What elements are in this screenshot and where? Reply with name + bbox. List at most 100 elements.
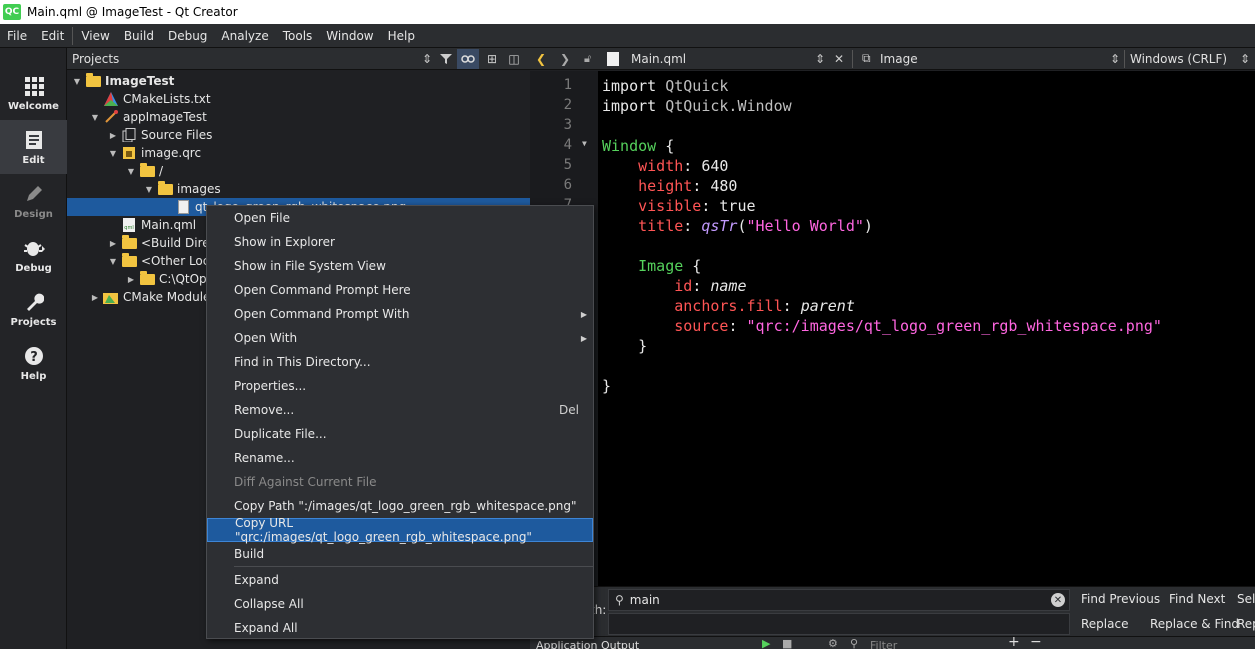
expand-arrow-icon[interactable]: ▶ [89,293,101,302]
mode-debug[interactable]: Debug [0,228,67,282]
selector-arrows-icon[interactable]: ⇕ [1110,52,1120,66]
menu-item-find-in-directory[interactable]: Find in This Directory... [207,350,593,374]
replace-input[interactable] [608,613,1070,635]
code-line: } [602,337,648,355]
line-number: 4 [563,137,572,153]
collapse-arrow-icon[interactable]: ▼ [107,257,119,266]
run-icon[interactable]: ▶ [762,637,770,649]
gear-icon[interactable]: ⚙ [828,637,838,649]
collapse-arrow-icon[interactable]: ▼ [125,167,137,176]
menu-item-build[interactable]: Build [207,542,593,566]
context-menu: Open File Show in Explorer Show in File … [206,205,594,639]
collapse-arrow-icon[interactable]: ▼ [107,149,119,158]
replace-all-button[interactable]: Rep [1237,617,1255,631]
menu-item-show-in-explorer[interactable]: Show in Explorer [207,230,593,254]
menu-debug[interactable]: Debug [161,29,214,43]
menu-item-copy-path[interactable]: Copy Path ":/images/qt_logo_green_rgb_wh… [207,494,593,518]
menu-item-expand-all[interactable]: Expand All [207,616,593,640]
find-input[interactable]: ⚲ main ✕ [608,589,1070,611]
tree-item-images[interactable]: ▼ images [67,180,530,198]
output-filter-input[interactable]: Filter [870,639,897,649]
clear-icon[interactable]: ✕ [1051,593,1065,607]
tree-item-appimagetest[interactable]: ▼ appImageTest [67,108,530,126]
menu-item-properties[interactable]: Properties... [207,374,593,398]
menu-window[interactable]: Window [319,29,380,43]
menu-analyze[interactable]: Analyze [214,29,275,43]
menu-item-rename[interactable]: Rename... [207,446,593,470]
filter-icon[interactable] [435,49,457,69]
mode-projects[interactable]: Projects [0,282,67,336]
expand-arrow-icon[interactable]: ▶ [107,131,119,140]
edit-icon [22,128,46,152]
tree-item-source-files[interactable]: ▶ Source Files [67,126,530,144]
tree-item-root-prefix[interactable]: ▼ / [67,162,530,180]
window-title: Main.qml @ ImageTest - Qt Creator [27,5,238,19]
code-editor[interactable]: 1 2 3 4 ▼ 5 6 7 import QtQuick import Qt… [530,71,1255,586]
menu-item-open-file[interactable]: Open File [207,206,593,230]
find-next-button[interactable]: Find Next [1169,592,1225,606]
collapse-arrow-icon[interactable]: ▼ [143,185,155,194]
selector-arrows-icon[interactable]: ⇕ [1240,52,1250,66]
open-document-selector[interactable]: Main.qml [631,52,686,66]
stop-icon[interactable]: ■ [782,637,792,649]
code-line: height: 480 [638,177,738,195]
sync-link-icon[interactable] [457,48,479,69]
qrc-file-icon [121,146,137,160]
mode-design[interactable]: Design [0,174,67,228]
tree-item-label: Source Files [141,128,213,142]
menu-view[interactable]: View [74,29,116,43]
submenu-arrow-icon: ▶ [580,333,587,343]
split-icon[interactable]: ⊞ [481,49,503,69]
tree-item-image-qrc[interactable]: ▼ image.qrc [67,144,530,162]
folder-icon [121,234,137,250]
menu-edit[interactable]: Edit [34,29,71,43]
menu-build[interactable]: Build [117,29,161,43]
line-ending-selector[interactable]: Windows (CRLF) [1130,52,1227,66]
code-line: width: 640 [638,157,729,175]
mode-label: Debug [15,263,52,274]
editor-toolbar: ❮ ❯ 🔓︎ Main.qml ⇕ ✕ ⧉ Image ⇕ Windows (C… [530,48,1255,70]
replace-button[interactable]: Replace [1081,617,1128,631]
tree-item-imagetest[interactable]: ▼ ImageTest [67,72,530,90]
close-panel-icon[interactable]: ◫ [503,49,525,69]
menu-file[interactable]: File [0,29,34,43]
back-icon[interactable]: ❮ [536,52,546,66]
forward-icon[interactable]: ❯ [560,52,570,66]
collapse-arrow-icon[interactable]: ▼ [71,77,83,86]
menu-item-open-with[interactable]: Open With ▶ [207,326,593,350]
mode-edit[interactable]: Edit [0,120,67,174]
help-icon: ? [22,344,46,368]
menu-item-open-command-prompt-with[interactable]: Open Command Prompt With ▶ [207,302,593,326]
code-line: import QtQuick [602,77,729,95]
code-line: import QtQuick.Window [602,97,792,115]
mode-welcome[interactable]: Welcome [0,66,67,120]
menu-tools[interactable]: Tools [276,29,320,43]
close-document-icon[interactable]: ✕ [834,52,844,66]
menu-item-duplicate-file[interactable]: Duplicate File... [207,422,593,446]
expand-arrow-icon[interactable]: ▶ [125,275,137,284]
selector-arrows-icon[interactable]: ⇕ [815,52,825,66]
replace-and-find-button[interactable]: Replace & Find [1150,617,1239,631]
mode-label: Edit [22,155,45,166]
menu-item-open-command-prompt-here[interactable]: Open Command Prompt Here [207,278,593,302]
projects-view-selector[interactable]: Projects [67,52,427,66]
tree-item-label: CMakeLists.txt [123,92,211,106]
cmake-icon [103,92,119,106]
menu-item-copy-url[interactable]: Copy URL "qrc:/images/qt_logo_green_rgb_… [207,516,593,544]
mode-help[interactable]: ? Help [0,336,67,390]
submenu-arrow-icon: ▶ [580,309,587,319]
menu-item-show-in-file-system-view[interactable]: Show in File System View [207,254,593,278]
menu-item-expand[interactable]: Expand [207,568,593,592]
symbol-selector[interactable]: Image [880,52,918,66]
menu-item-collapse-all[interactable]: Collapse All [207,592,593,616]
expand-arrow-icon[interactable]: ▶ [107,239,119,248]
menu-help[interactable]: Help [381,29,422,43]
fold-arrow-icon[interactable]: ▼ [582,139,587,148]
collapse-arrow-icon[interactable]: ▼ [89,113,101,122]
menu-item-remove[interactable]: Remove... Del [207,398,593,422]
zoom-out-icon[interactable]: − [1030,637,1042,649]
tree-item-cmakelists[interactable]: CMakeLists.txt [67,90,530,108]
zoom-in-icon[interactable]: + [1008,637,1020,649]
find-previous-button[interactable]: Find Previous [1081,592,1160,606]
select-all-button[interactable]: Sel [1237,592,1255,606]
